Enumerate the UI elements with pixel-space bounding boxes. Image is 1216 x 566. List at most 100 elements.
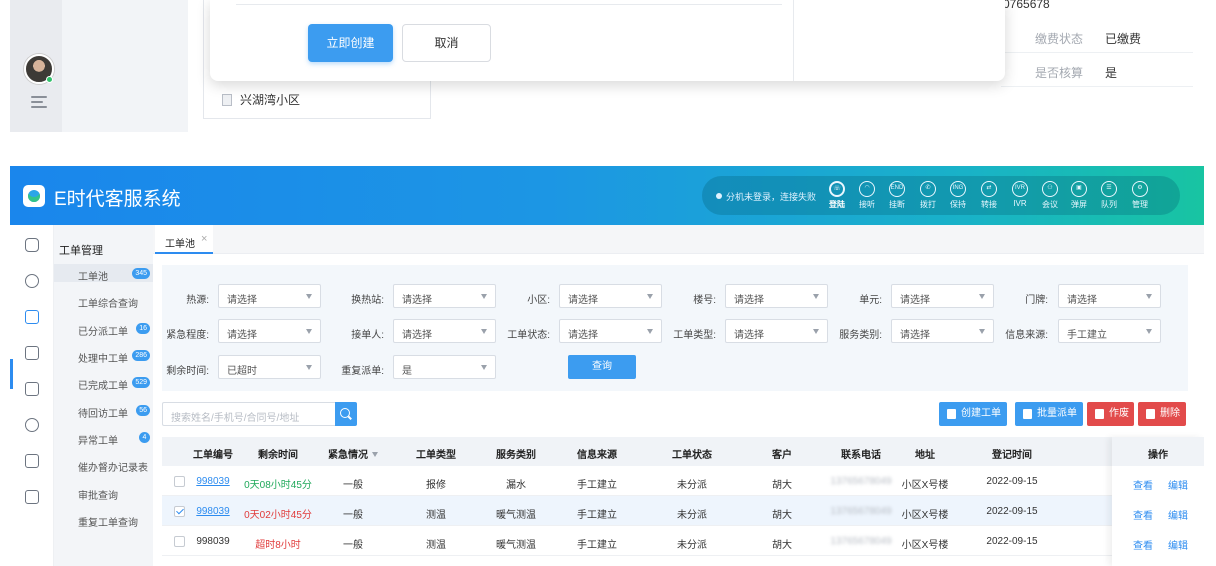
bell-icon[interactable] <box>25 382 39 396</box>
sub-nav-item[interactable]: 异常工单 4 <box>54 428 153 447</box>
telephony-popup-button[interactable]: ▣ 弹屏 <box>1064 181 1094 210</box>
phone-value: 0765678 <box>1003 0 1050 11</box>
row-checkbox[interactable] <box>174 476 185 487</box>
table-row[interactable]: 998039 0天08小时45分 一般 报修 漏水 手工建立 未分派 胡大 1376567804… <box>162 466 1204 496</box>
telephony-queue-button[interactable]: ☰ 队列 <box>1094 181 1124 210</box>
count-badge: 286 <box>132 350 150 361</box>
urgency: 一般 <box>343 510 363 521</box>
batch-dispatch-button[interactable]: 批量派单 <box>1015 402 1083 426</box>
search-icon[interactable] <box>335 402 357 426</box>
filter-select[interactable]: 已超时 <box>218 355 321 379</box>
column-header: 信息来源 <box>577 450 617 461</box>
sub-nav-item[interactable]: 重复工单查询 <box>54 510 153 529</box>
cancel-button[interactable]: 取消 <box>402 24 491 62</box>
column-header: 服务类别 <box>496 450 536 461</box>
contact-phone: 13765678049 <box>830 476 892 487</box>
filter-select[interactable]: 手工建立 <box>1058 319 1161 343</box>
tab-workorder-pool[interactable]: 工单池 × <box>155 225 213 254</box>
create-now-button[interactable]: 立即创建 <box>308 24 393 62</box>
sub-nav-item[interactable]: 审批查询 <box>54 483 153 502</box>
telephony-transfer-button[interactable]: ⇄ 转接 <box>974 181 1004 210</box>
table-row[interactable]: 998039 0天02小时45分 一般 测温 暖气测温 手工建立 未分派 胡大 13765678… <box>162 496 1204 526</box>
filter-select[interactable]: 请选择 <box>218 319 321 343</box>
app-title: E时代客服系统 <box>54 189 181 210</box>
workorder-id[interactable]: 998039 <box>196 506 229 517</box>
button-label: 批量派单 <box>1037 408 1077 419</box>
search-input[interactable]: 搜索姓名/手机号/合同号/地址 <box>162 402 335 426</box>
column-header: 剩余时间 <box>258 450 298 461</box>
filter-label: 单元: <box>859 295 882 306</box>
remaining-time: 0天02小时45分 <box>244 510 312 521</box>
column-header: 操作 <box>1148 450 1168 461</box>
workorder-id[interactable]: 998039 <box>196 476 229 487</box>
telephony-conference-button[interactable]: ⚇ 会议 <box>1035 181 1065 210</box>
menu-collapse-icon[interactable] <box>31 96 47 108</box>
close-icon[interactable]: × <box>201 233 207 245</box>
sub-nav-item[interactable]: 待回访工单 56 <box>54 401 153 420</box>
workorder-type: 测温 <box>426 540 446 551</box>
gear-icon: ⚙ <box>1132 181 1148 197</box>
telephony-end-call-button[interactable]: END 挂断 <box>882 181 912 210</box>
add-doc-icon <box>947 409 956 419</box>
headset-icon: ◠ <box>859 181 875 197</box>
filter-label: 热源: <box>186 295 209 306</box>
layers-icon[interactable] <box>25 454 39 468</box>
user-search-icon[interactable] <box>25 274 39 288</box>
delete-button[interactable]: 删除 <box>1138 402 1186 426</box>
button-label: 创建工单 <box>961 408 1001 419</box>
view-link[interactable]: 查看 <box>1133 477 1153 492</box>
telephony-button-label: 会议 <box>1042 200 1058 209</box>
edit-link[interactable]: 编辑 <box>1168 537 1188 552</box>
workorder-status: 未分派 <box>677 540 707 551</box>
settings-icon[interactable] <box>25 490 39 504</box>
edit-link[interactable]: 编辑 <box>1168 507 1188 522</box>
info-source: 手工建立 <box>577 480 617 491</box>
filter-select[interactable]: 请选择 <box>1058 284 1161 308</box>
edit-list-icon[interactable] <box>25 346 39 360</box>
service-category: 暖气测温 <box>496 510 536 521</box>
sub-nav-item-label: 待回访工单 <box>78 409 128 420</box>
query-button[interactable]: 查询 <box>568 355 636 379</box>
telephony-button-label: 弹屏 <box>1071 200 1087 209</box>
workorder-status: 未分派 <box>677 480 707 491</box>
sub-nav-item[interactable]: 催办督办记录表 <box>54 455 153 474</box>
telephony-hold-button[interactable]: ING 保持 <box>943 181 973 210</box>
filter-select[interactable]: 是 <box>393 355 496 379</box>
view-link[interactable]: 查看 <box>1133 537 1153 552</box>
filter-label: 工单类型: <box>673 330 716 341</box>
row-checkbox[interactable] <box>174 536 185 547</box>
service-category: 漏水 <box>506 480 526 491</box>
column-header: 登记时间 <box>992 450 1032 461</box>
filter-select[interactable]: 请选择 <box>218 284 321 308</box>
info-source: 手工建立 <box>577 510 617 521</box>
filter-label: 门牌: <box>1025 295 1048 306</box>
telephony-button-label: 队列 <box>1101 200 1117 209</box>
cloud-icon[interactable] <box>25 418 39 432</box>
workorder-status: 未分派 <box>677 510 707 521</box>
column-header: 地址 <box>915 450 935 461</box>
primary-sidebar <box>10 225 54 566</box>
telephony-gear-button[interactable]: ⚙ 管理 <box>1125 181 1155 210</box>
sort-icon[interactable] <box>372 452 378 457</box>
create-workorder-button[interactable]: 创建工单 <box>939 402 1007 426</box>
edit-link[interactable]: 编辑 <box>1168 477 1188 492</box>
workorder-icon[interactable] <box>25 310 39 324</box>
row-checkbox[interactable] <box>174 506 185 517</box>
home-icon[interactable] <box>25 238 39 252</box>
telephony-bar: 分机未登录，连接失败 ☏ 登陆 ◠ 接听 END 挂断 ✆ 拨打 ING 保持 ⇄ 转接 IVR IVR ⚇… <box>702 176 1180 215</box>
table-row[interactable]: 998039 超时8小时 一般 测温 暖气测温 手工建立 未分派 胡大 13765678049 小… <box>162 526 1204 556</box>
telephony-dial-button[interactable]: ✆ 拨打 <box>913 181 943 210</box>
sub-nav-item[interactable]: 工单池 345 <box>54 264 153 283</box>
tree-item[interactable]: 兴湖湾小区 <box>222 91 300 108</box>
remaining-time: 0天08小时45分 <box>244 480 312 491</box>
void-doc-icon <box>1095 409 1104 419</box>
view-link[interactable]: 查看 <box>1133 507 1153 522</box>
filter-label: 重复派单: <box>341 366 384 377</box>
telephony-ivr-button[interactable]: IVR IVR <box>1005 181 1035 208</box>
telephony-headset-button[interactable]: ◠ 接听 <box>852 181 882 210</box>
telephony-phone-button[interactable]: ☏ 登陆 <box>822 181 852 210</box>
telephony-button-label: 转接 <box>981 200 997 209</box>
online-status-dot <box>46 76 53 83</box>
column-header[interactable]: 紧急情况 <box>328 446 378 461</box>
void-button[interactable]: 作废 <box>1087 402 1134 426</box>
